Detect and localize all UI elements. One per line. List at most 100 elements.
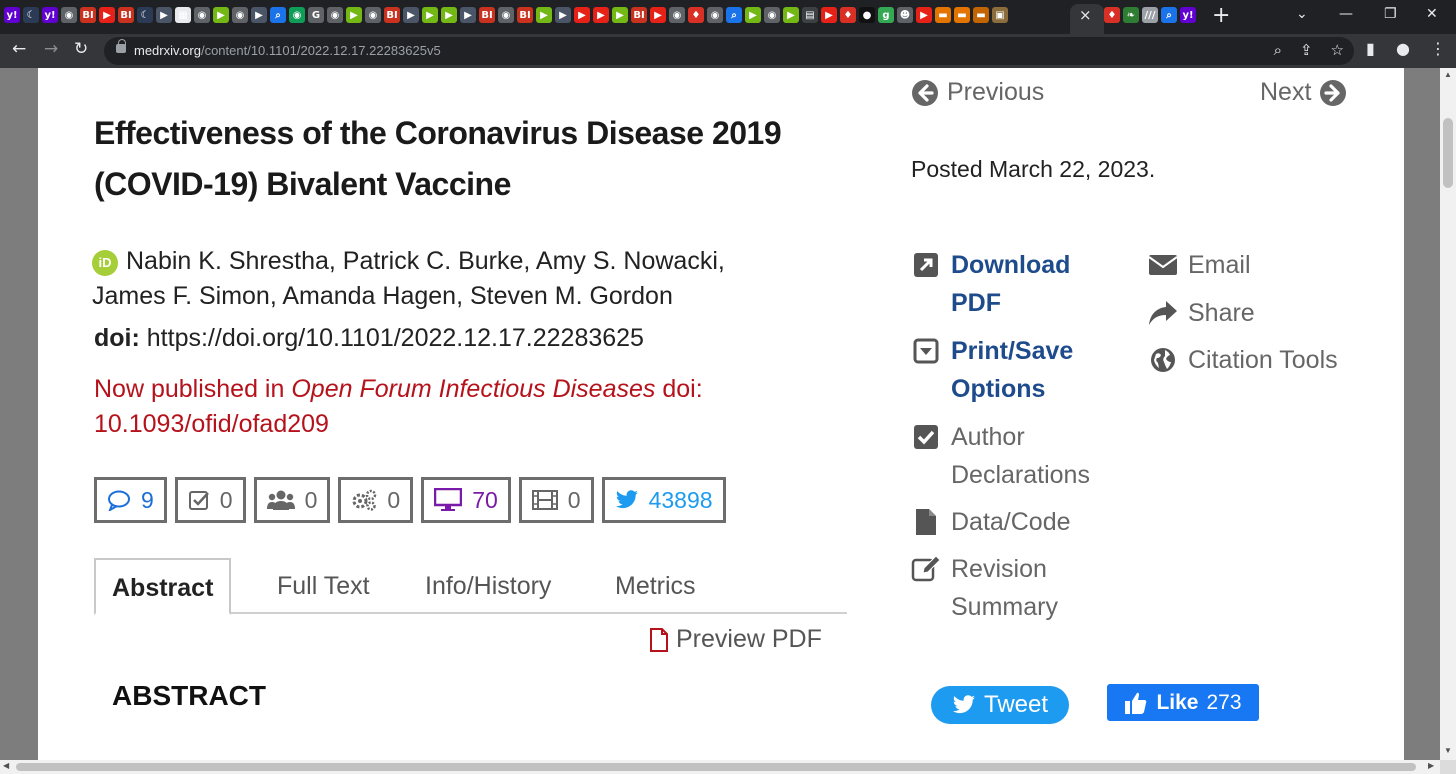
metric-community[interactable]: 0 <box>253 477 331 523</box>
youtube-icon[interactable]: ▶ <box>821 7 837 23</box>
rumble-icon[interactable]: ▶ <box>441 7 457 23</box>
google-icon[interactable]: G <box>308 7 324 23</box>
moon-icon[interactable]: ☾ <box>23 7 39 23</box>
metric-views[interactable]: 70 <box>421 477 511 523</box>
rumble-icon[interactable]: ▶ <box>536 7 552 23</box>
news-icon[interactable]: ▤ <box>802 7 818 23</box>
url-text[interactable]: medrxiv.org/content/10.1101/2022.12.17.2… <box>134 43 441 58</box>
scroll-left-icon[interactable]: ◀ <box>3 761 9 770</box>
person-icon[interactable]: ☻ <box>897 7 913 23</box>
globe-icon[interactable]: ◉ <box>194 7 210 23</box>
metric-comments[interactable]: 9 <box>94 477 167 523</box>
revision-summary-link[interactable]: Revision Summary <box>911 550 1058 626</box>
side-panel-icon[interactable]: ▮ <box>1366 39 1375 58</box>
bookmark-icon[interactable]: ▬ <box>954 7 970 23</box>
g-icon[interactable]: g <box>878 7 894 23</box>
scroll-right-icon[interactable]: ▶ <box>1428 761 1434 770</box>
mic-icon[interactable]: ♦ <box>688 7 704 23</box>
horizontal-scrollbar[interactable]: ◀ ▶ <box>0 760 1440 774</box>
bookmark-icon[interactable]: ▬ <box>935 7 951 23</box>
preview-pdf-link[interactable]: Preview PDF <box>650 625 822 654</box>
youtube-icon[interactable]: ▶ <box>593 7 609 23</box>
youtube-icon[interactable]: ▶ <box>916 7 932 23</box>
tweet-button[interactable]: Tweet <box>931 686 1069 724</box>
zoom-icon[interactable]: ⌕ <box>1274 41 1282 59</box>
metric-automated[interactable]: 0 <box>338 477 414 523</box>
photo-icon[interactable]: ▣ <box>992 7 1008 23</box>
author-declarations-link[interactable]: Author Declarations <box>911 418 1090 494</box>
rumble-icon[interactable]: ▶ <box>422 7 438 23</box>
tab-search-icon[interactable]: ⌄ <box>1296 6 1308 22</box>
globe-icon[interactable]: ◉ <box>498 7 514 23</box>
youtube-icon[interactable]: ▶ <box>650 7 666 23</box>
share-page-icon[interactable]: ⇪ <box>1300 41 1313 59</box>
download-pdf-link[interactable]: Download PDF <box>911 246 1070 322</box>
scroll-down-icon[interactable]: ▼ <box>1444 746 1452 755</box>
profile-icon[interactable]: ● <box>1396 39 1410 58</box>
print-save-link[interactable]: Print/Save Options <box>911 332 1073 408</box>
rumble-icon[interactable]: ▶ <box>346 7 362 23</box>
tab-info-history[interactable]: Info/History <box>425 558 551 614</box>
authors-line-1[interactable]: Nabin K. Shrestha, Patrick C. Burke, Amy… <box>126 247 725 275</box>
globe-icon[interactable]: ◉ <box>365 7 381 23</box>
menu-kebab-icon[interactable]: ⋮ <box>1430 39 1446 58</box>
close-tab-icon[interactable]: × <box>1079 6 1092 24</box>
new-tab-button[interactable]: + <box>1212 3 1230 28</box>
globe-icon[interactable]: ◉ <box>764 7 780 23</box>
close-window-icon[interactable]: ✕ <box>1426 6 1438 22</box>
play-icon[interactable]: ▶ <box>460 7 476 23</box>
vertical-scroll-thumb[interactable] <box>1443 118 1453 188</box>
globe-icon[interactable]: ◉ <box>232 7 248 23</box>
rumble-icon[interactable]: ▶ <box>612 7 628 23</box>
facebook-like-button[interactable]: Like 273 <box>1107 684 1259 721</box>
tab-abstract[interactable]: Abstract <box>94 558 232 615</box>
email-link[interactable]: Email <box>1148 246 1251 284</box>
text-icon[interactable]: /// <box>1142 7 1158 23</box>
yahoo-icon[interactable]: y! <box>1180 7 1196 23</box>
metric-media[interactable]: 0 <box>518 477 594 523</box>
metric-tweets[interactable]: 43898 <box>601 477 726 523</box>
play-icon[interactable]: ▶ <box>251 7 267 23</box>
bi-icon[interactable]: BI <box>517 7 533 23</box>
play-icon[interactable]: ▶ <box>555 7 571 23</box>
next-link[interactable]: Next <box>1260 78 1347 107</box>
lock-icon[interactable] <box>116 39 126 53</box>
youtube-icon[interactable]: ▶ <box>574 7 590 23</box>
rumble-icon[interactable]: ▶ <box>745 7 761 23</box>
tab-full-text[interactable]: Full Text <box>277 558 370 614</box>
mic-icon[interactable]: ♦ <box>840 7 856 23</box>
vertical-scrollbar[interactable]: ▲ ▼ <box>1440 68 1456 760</box>
rumble-icon[interactable]: ▶ <box>783 7 799 23</box>
bi-icon[interactable]: BI <box>118 7 134 23</box>
scroll-up-icon[interactable]: ▲ <box>1444 70 1452 79</box>
search-icon[interactable]: ⌕ <box>270 7 286 23</box>
address-bar[interactable]: medrxiv.org/content/10.1101/2022.12.17.2… <box>104 37 1354 65</box>
doi-link[interactable]: https://doi.org/10.1101/2022.12.17.22283… <box>147 324 644 352</box>
play-icon[interactable]: ▶ <box>403 7 419 23</box>
authors-line-2[interactable]: James F. Simon, Amanda Hagen, Steven M. … <box>92 282 673 310</box>
globe-icon[interactable]: ◉ <box>707 7 723 23</box>
globe-icon[interactable]: ◉ <box>669 7 685 23</box>
published-notice[interactable]: Now published in Open Forum Infectious D… <box>94 372 814 442</box>
back-icon[interactable]: ← <box>12 39 26 59</box>
globe-icon[interactable]: ◉ <box>289 7 305 23</box>
moon-icon[interactable]: ☾ <box>137 7 153 23</box>
reload-icon[interactable]: ↻ <box>74 39 88 59</box>
citation-tools-link[interactable]: Citation Tools <box>1148 341 1338 379</box>
orcid-icon[interactable]: iD <box>92 250 118 276</box>
data-code-link[interactable]: Data/Code <box>911 503 1071 541</box>
bookmark-icon[interactable]: ▬ <box>973 7 989 23</box>
restore-icon[interactable]: ❐ <box>1384 6 1397 22</box>
mic-icon[interactable]: ♦ <box>1104 7 1120 23</box>
minimize-icon[interactable]: — <box>1339 6 1353 22</box>
yahoo-icon[interactable]: y! <box>4 7 20 23</box>
bookmark-star-icon[interactable]: ☆ <box>1331 41 1344 59</box>
globe-icon[interactable]: ◉ <box>61 7 77 23</box>
leaf-icon[interactable]: ❧ <box>1123 7 1139 23</box>
image-icon[interactable]: ▦ <box>175 7 191 23</box>
forward-icon[interactable]: → <box>44 39 58 59</box>
tab-metrics[interactable]: Metrics <box>615 558 696 614</box>
circle-icon[interactable]: ● <box>859 7 875 23</box>
horizontal-scroll-thumb[interactable] <box>16 763 1416 771</box>
previous-link[interactable]: Previous <box>911 78 1044 107</box>
